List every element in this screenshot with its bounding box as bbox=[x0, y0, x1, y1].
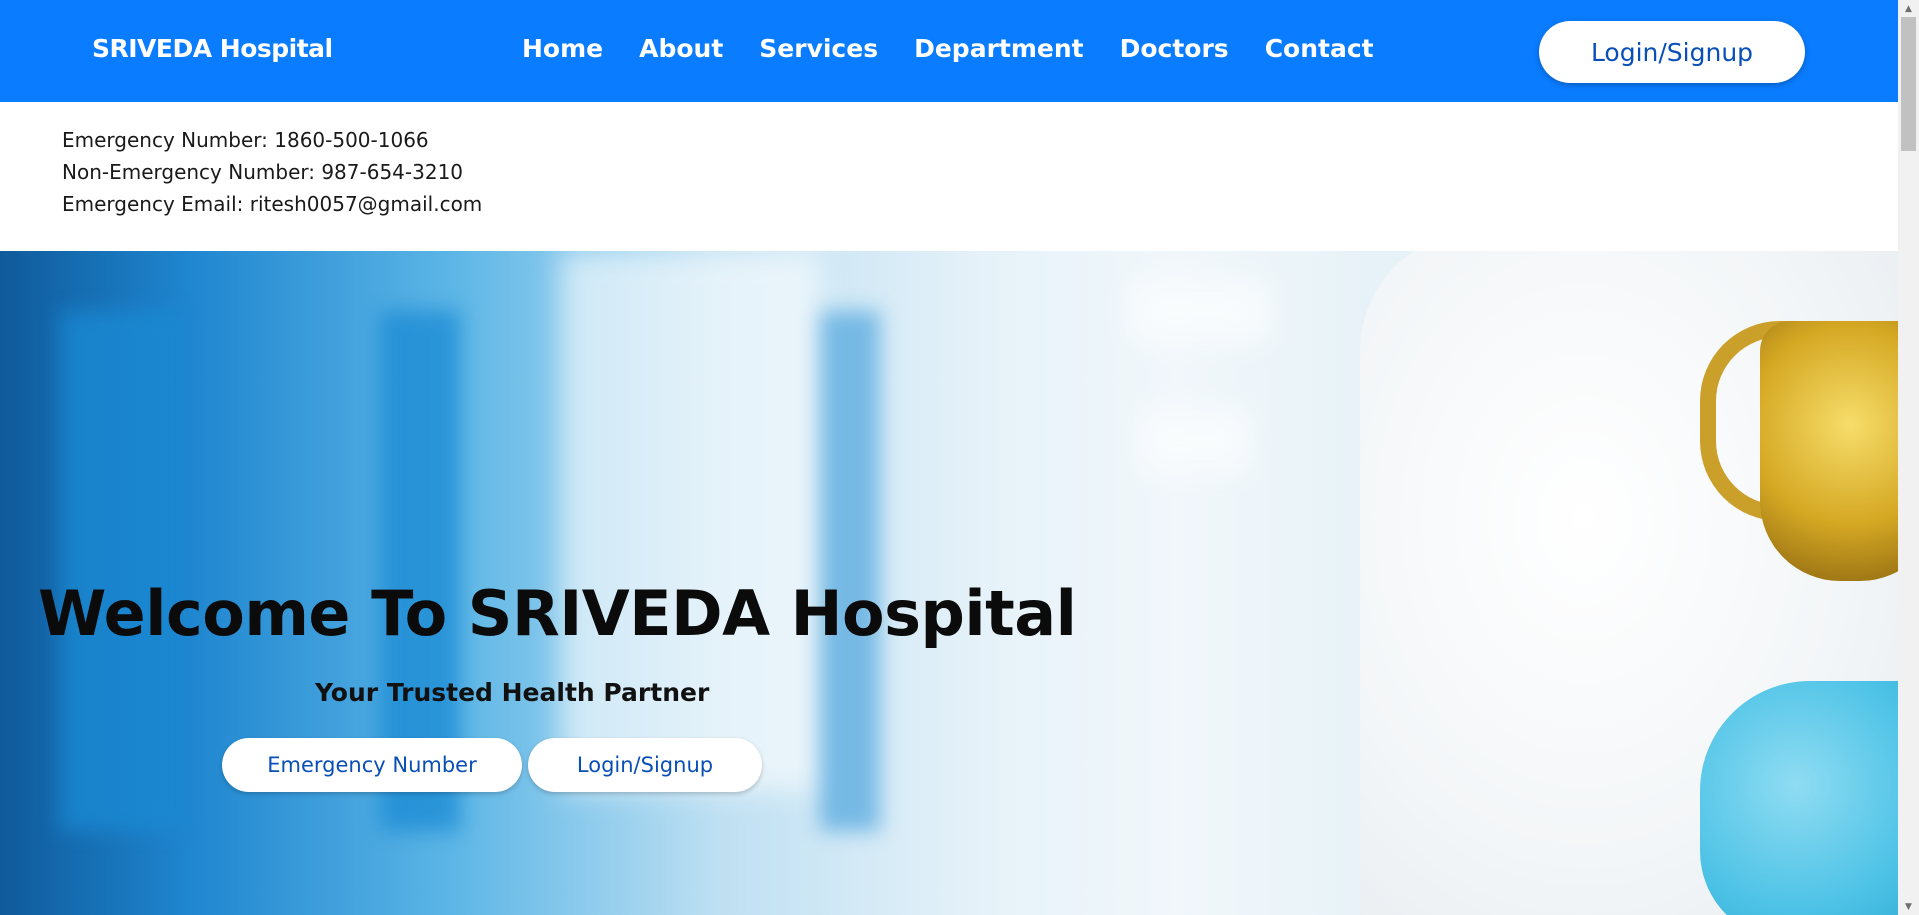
scroll-up-arrow-icon[interactable]: ▲ bbox=[1898, 0, 1919, 17]
nav-link-doctors[interactable]: Doctors bbox=[1120, 34, 1229, 63]
scrollbar-thumb[interactable] bbox=[1901, 17, 1916, 151]
hero-wall-column bbox=[60, 311, 180, 831]
hero-login-signup-button[interactable]: Login/Signup bbox=[528, 738, 762, 792]
hero-subtitle: Your Trusted Health Partner bbox=[315, 678, 710, 707]
non-emergency-number-text: Non-Emergency Number: 987-654-3210 bbox=[62, 160, 464, 184]
nav-link-department[interactable]: Department bbox=[914, 34, 1084, 63]
nav-link-contact[interactable]: Contact bbox=[1265, 34, 1374, 63]
page: SRIVEDA Hospital Home About Services Dep… bbox=[0, 0, 1919, 915]
nav-link-home[interactable]: Home bbox=[522, 34, 603, 63]
contact-info: Emergency Number: 1860-500-1066 Non-Emer… bbox=[62, 124, 482, 220]
hero-light-band bbox=[1140, 411, 1250, 471]
emergency-email-text: Emergency Email: ritesh0057@gmail.com bbox=[62, 192, 483, 216]
hero-light-band bbox=[1130, 281, 1270, 341]
vertical-scrollbar[interactable]: ▲ ▼ bbox=[1898, 0, 1919, 915]
emergency-number-button[interactable]: Emergency Number bbox=[222, 738, 522, 792]
hero-section: Welcome To SRIVEDA Hospital Your Trusted… bbox=[0, 251, 1898, 915]
hero-title: Welcome To SRIVEDA Hospital bbox=[38, 577, 1077, 650]
hero-wall-column bbox=[820, 311, 880, 831]
hero-light-band bbox=[560, 251, 820, 791]
navbar: SRIVEDA Hospital Home About Services Dep… bbox=[0, 0, 1898, 102]
nav-link-about[interactable]: About bbox=[639, 34, 723, 63]
nav-links: Home About Services Department Doctors C… bbox=[522, 34, 1410, 63]
nav-link-services[interactable]: Services bbox=[759, 34, 878, 63]
trophy-image bbox=[1760, 321, 1898, 581]
brand-logo[interactable]: SRIVEDA Hospital bbox=[92, 34, 333, 63]
scroll-down-arrow-icon[interactable]: ▼ bbox=[1898, 898, 1919, 915]
nav-login-signup-button[interactable]: Login/Signup bbox=[1539, 21, 1805, 83]
glove-image bbox=[1700, 681, 1898, 915]
emergency-number-text: Emergency Number: 1860-500-1066 bbox=[62, 128, 429, 152]
